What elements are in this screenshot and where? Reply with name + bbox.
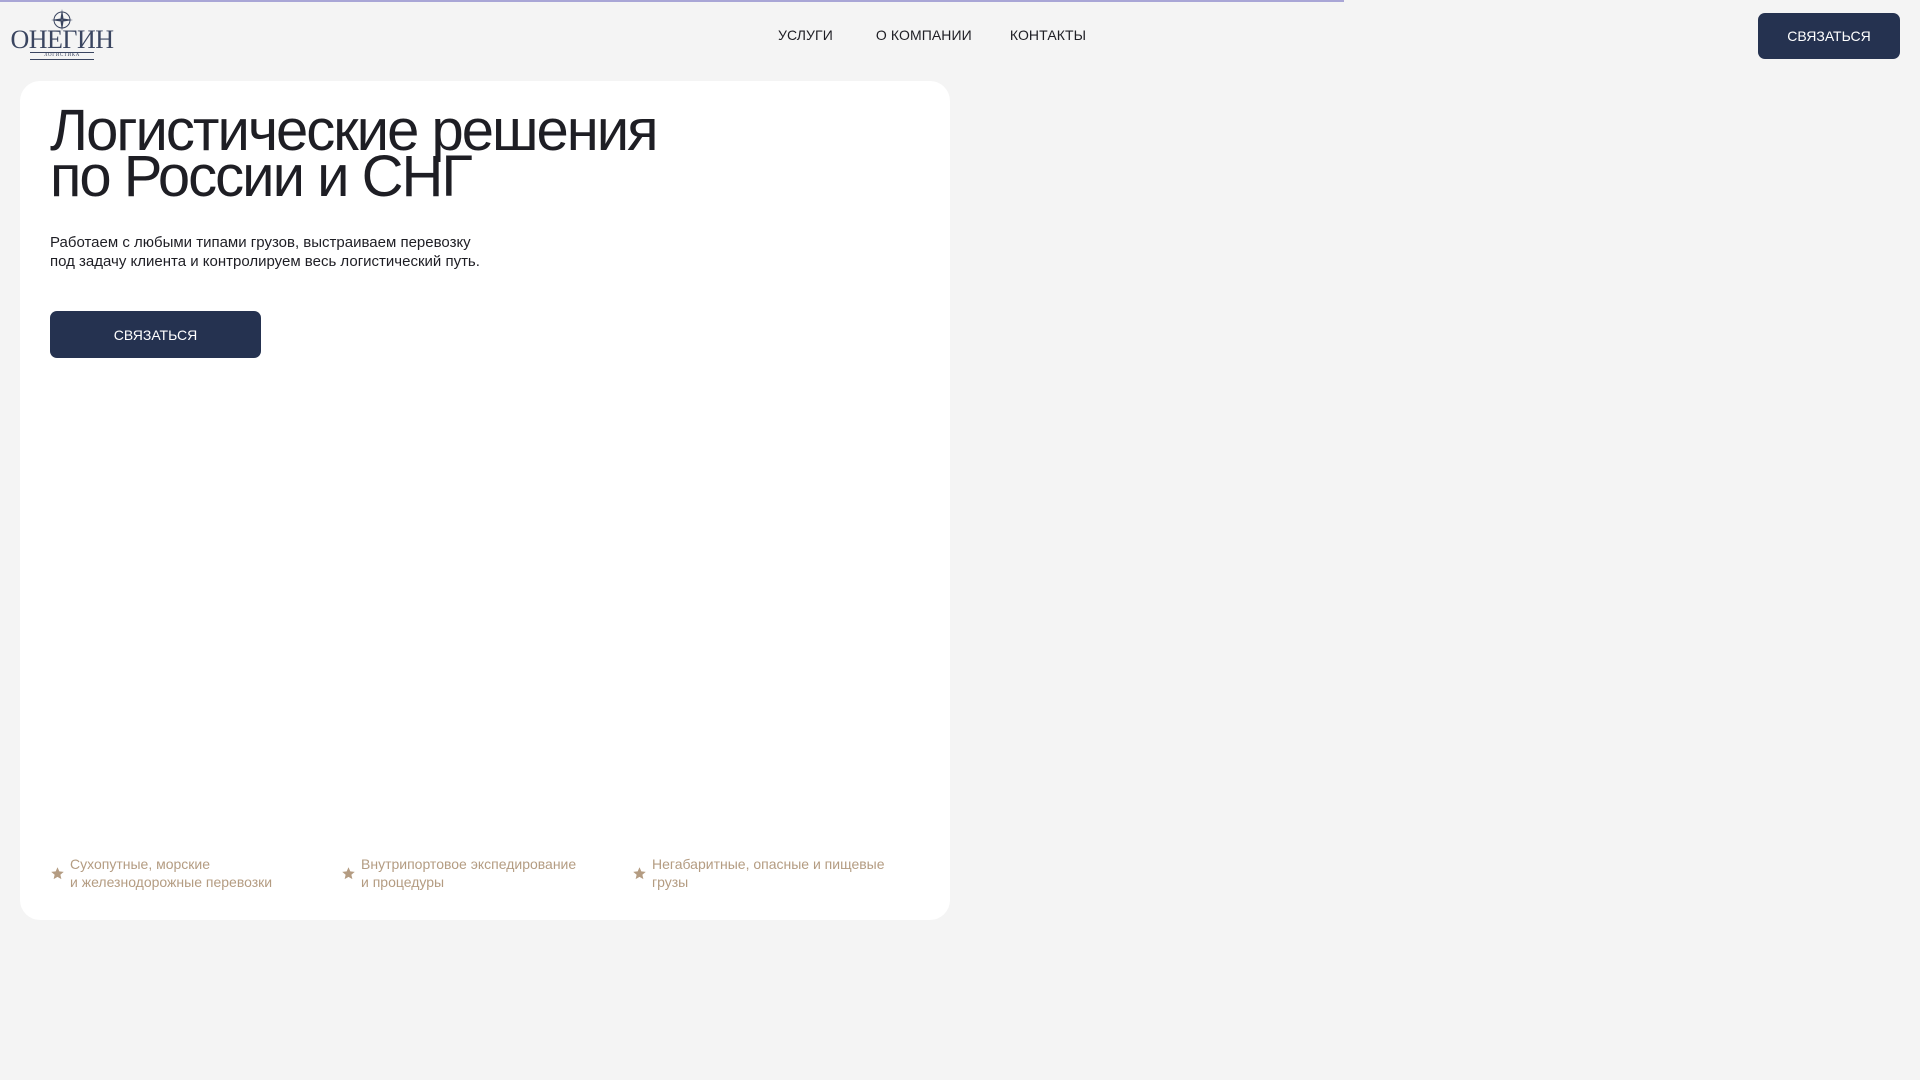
- feature-list: Сухопутные, морские и железнодорожные пе…: [50, 855, 930, 891]
- feature-text-line: и процедуры: [361, 874, 445, 890]
- feature-item: Внутрипортовое экспедирование и процедур…: [341, 855, 632, 891]
- hero-title-line: по России и СНГ: [50, 144, 473, 209]
- nav-item-contacts[interactable]: КОНТАКТЫ: [1010, 27, 1086, 43]
- feature-text-line: Внутрипортовое экспедирование: [361, 856, 577, 872]
- logo-wordmark: ОНЕГИН: [10, 25, 114, 54]
- feature-item: Негабаритные, опасные и пищевые грузы: [632, 855, 923, 891]
- main-nav: УСЛУГИ О КОМПАНИИ КОНТАКТЫ: [778, 27, 1086, 43]
- hero-title: Логистические решения по России и СНГ: [50, 102, 770, 209]
- feature-text-line: грузы: [652, 874, 689, 890]
- nav-item-services[interactable]: УСЛУГИ: [778, 27, 833, 43]
- feature-item: Сухопутные, морские и железнодорожные пе…: [50, 855, 341, 891]
- hero-description-line: под задачу клиента и контролируем весь л…: [50, 253, 480, 270]
- star-icon: [342, 866, 355, 879]
- nav-item-about[interactable]: О КОМПАНИИ: [876, 27, 972, 43]
- star-icon: [633, 866, 646, 879]
- feature-text-line: и железнодорожные перевозки: [70, 874, 273, 890]
- feature-text-line: Негабаритные, опасные и пищевые: [652, 856, 885, 872]
- header-contact-button[interactable]: СВЯЗАТЬСЯ: [1758, 13, 1900, 59]
- site-header: ОНЕГИН ЛОГИСТИКА УСЛУГИ О КОМПАНИИ КОНТА…: [0, 0, 1920, 72]
- feature-text: Сухопутные, морские и железнодорожные пе…: [70, 855, 272, 891]
- hero-card: Логистические решения по России и СНГ Ра…: [20, 81, 950, 920]
- hero-contact-button[interactable]: СВЯЗАТЬСЯ: [50, 311, 261, 358]
- logo[interactable]: ОНЕГИН ЛОГИСТИКА: [10, 9, 114, 62]
- hero-description: Работаем с любыми типами грузов, выстраи…: [50, 233, 530, 271]
- feature-text: Внутрипортовое экспедирование и процедур…: [361, 855, 576, 891]
- feature-text: Негабаритные, опасные и пищевые грузы: [652, 855, 885, 891]
- star-icon: [51, 866, 64, 879]
- feature-text-line: Сухопутные, морские: [70, 856, 211, 872]
- hero-description-line: Работаем с любыми типами грузов, выстраи…: [50, 234, 471, 251]
- logo-tagline: ЛОГИСТИКА: [30, 52, 94, 60]
